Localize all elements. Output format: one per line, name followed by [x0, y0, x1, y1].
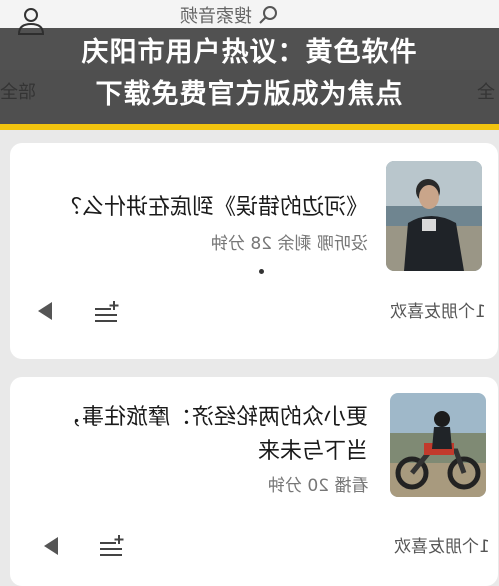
- playlist-add-icon[interactable]: [100, 535, 124, 557]
- headline-line-1: 庆阳市用户热议：黄色软件: [81, 37, 418, 68]
- search-bar[interactable]: 搜索音频: [180, 2, 280, 28]
- audio-thumbnail[interactable]: [386, 161, 482, 271]
- audio-title: 《河边的错误》到底在讲什么？: [59, 195, 368, 220]
- audio-meta: 看播 20 分钟: [267, 476, 368, 496]
- audio-meta: 没听哪 剩余 28 分钟: [211, 234, 368, 254]
- audio-card[interactable]: 《河边的错误》到底在讲什么？ 没听哪 剩余 28 分钟 1个朋友喜欢: [10, 143, 498, 359]
- friends-like-count: 1个朋友喜欢: [390, 302, 486, 322]
- headline-banner: 庆阳市用户热议：黄色软件 下载免费官方版成为焦点: [0, 28, 499, 124]
- friends-like-count: 1个朋友喜欢: [394, 537, 490, 557]
- headline-accent-bar: [0, 124, 499, 130]
- audio-thumbnail[interactable]: [390, 393, 486, 497]
- playlist-add-icon[interactable]: [95, 301, 119, 323]
- search-icon: [259, 6, 277, 24]
- separator-dot: [259, 269, 264, 274]
- search-placeholder: 搜索音频: [180, 6, 252, 27]
- headline-line-2: 下载免费官方版成为焦点: [95, 79, 404, 110]
- audio-title-line-1: 更小众的两轮经济：摩旅往事，: [59, 405, 368, 430]
- audio-title-line-2: 当下与未来: [257, 439, 368, 464]
- play-icon[interactable]: [38, 302, 52, 320]
- audio-card[interactable]: 更小众的两轮经济：摩旅往事， 当下与未来 看播 20 分钟 1个朋友喜欢: [10, 377, 498, 586]
- play-icon[interactable]: [44, 537, 58, 555]
